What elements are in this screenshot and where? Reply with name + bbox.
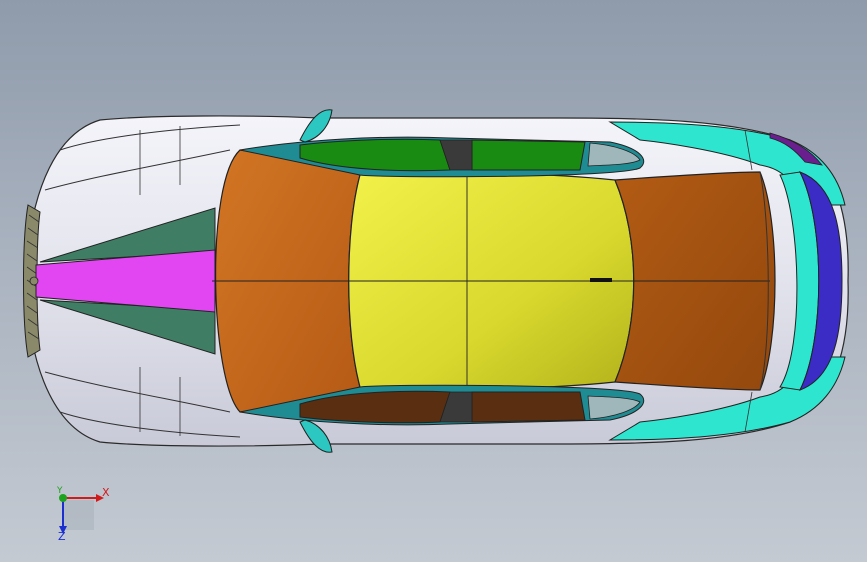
y-axis-label: Y [57, 486, 63, 496]
side-glass-rear-upper [471, 139, 586, 171]
graphics-viewport[interactable]: X Y Z [0, 0, 867, 562]
z-axis-label: Z [58, 530, 66, 543]
antenna [590, 278, 612, 282]
x-axis-label: X [102, 486, 110, 499]
side-glass-rear-lower [471, 391, 586, 423]
car-model[interactable] [0, 0, 867, 562]
